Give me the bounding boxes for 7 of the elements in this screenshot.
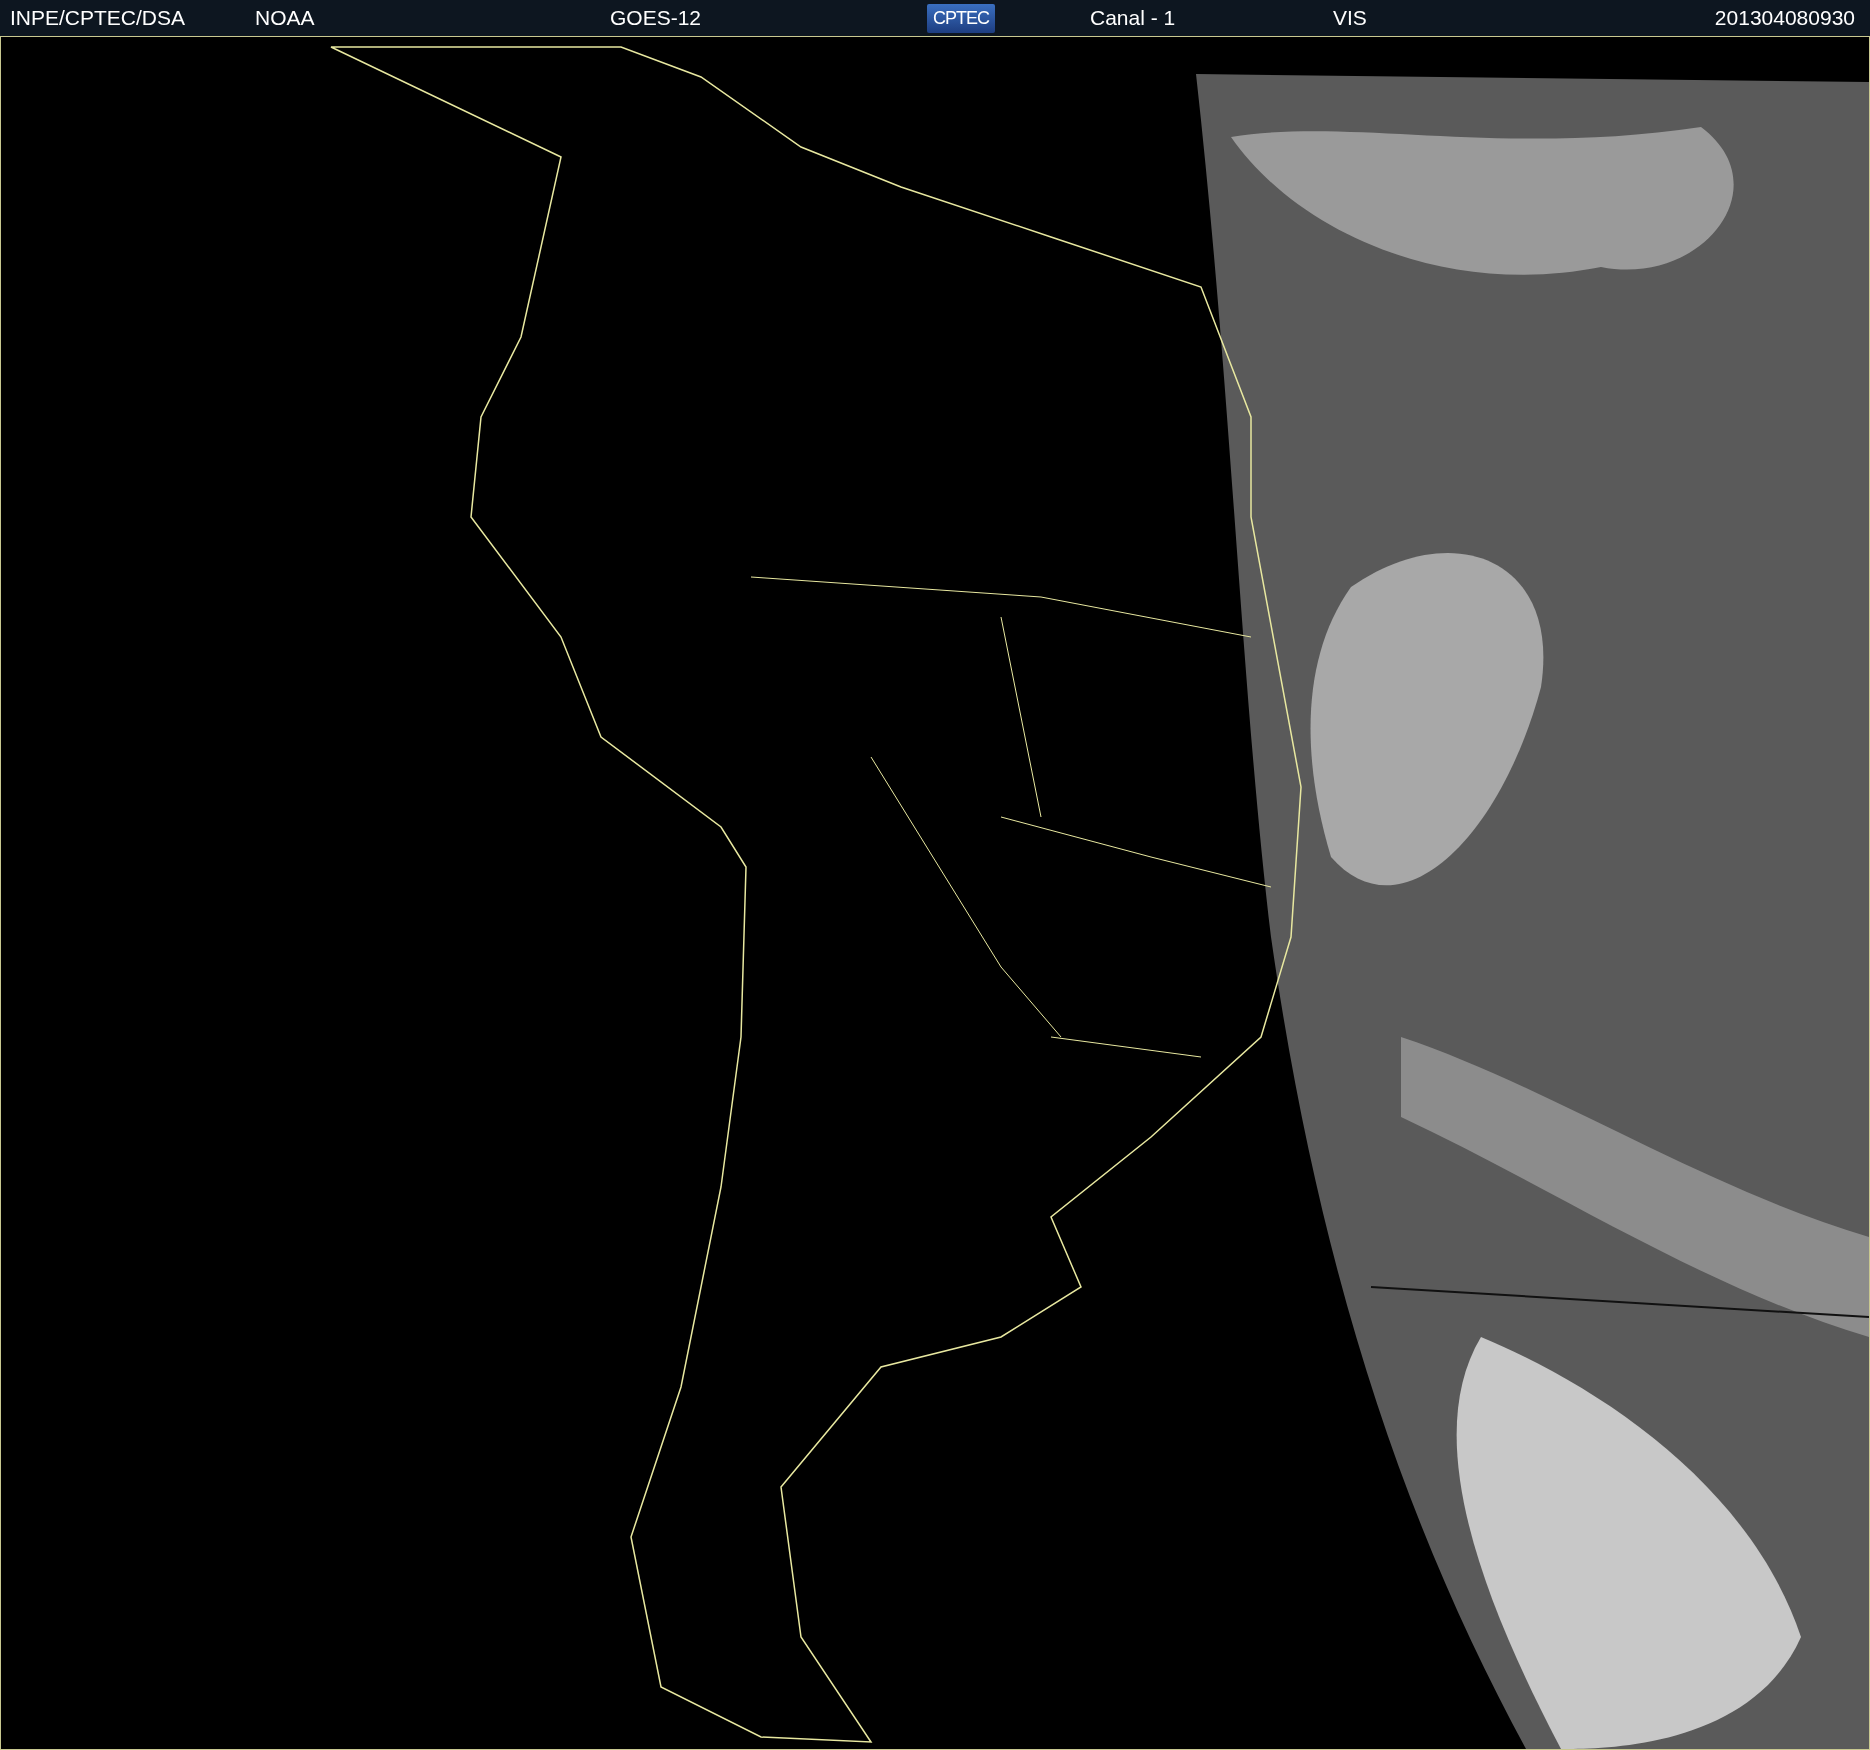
header-text: GOES-12 [610, 6, 702, 30]
header-text: VIS [1333, 6, 1367, 30]
logo: CPTEC [927, 3, 995, 33]
header-text: INPE/CPTEC/DSA [10, 6, 186, 30]
header-text: 201304080930 [1714, 6, 1855, 30]
header-text: NOAA [255, 6, 315, 30]
header-text: Canal - 1 [1090, 6, 1176, 30]
